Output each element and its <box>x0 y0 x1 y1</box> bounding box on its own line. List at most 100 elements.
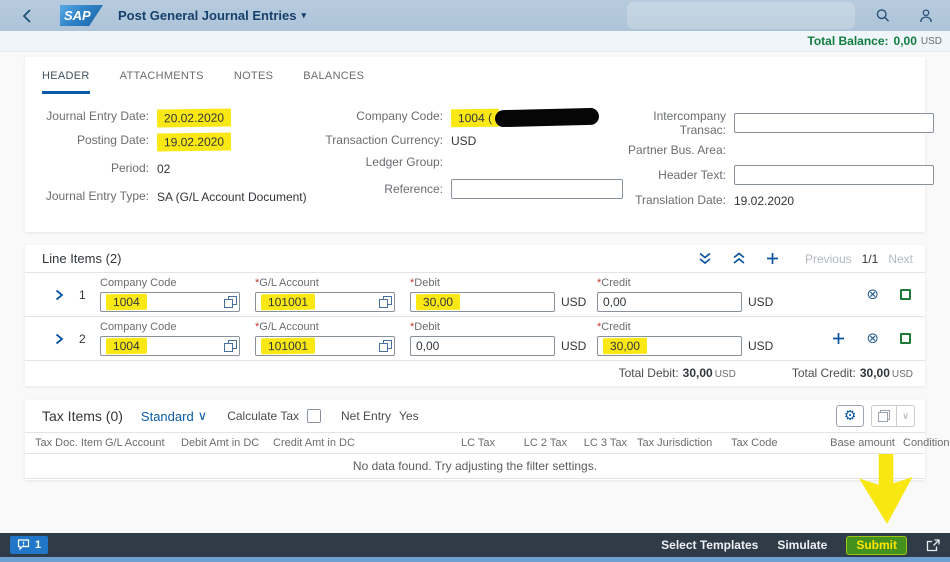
credit-field: *Credit 0,00 <box>597 277 742 312</box>
total-balance-bar: Total Balance: 0,00 USD <box>0 31 950 52</box>
calculate-tax-checkbox[interactable] <box>307 409 322 423</box>
header-card: HEADER ATTACHMENTS NOTES BALANCES Journa… <box>25 57 934 232</box>
col-lc-tax: LC Tax <box>460 437 495 449</box>
field-period: Period: 02 <box>43 161 307 177</box>
debit-currency: USD <box>561 339 587 353</box>
debit-input[interactable]: 30,00 <box>410 292 555 312</box>
table-settings-button[interactable]: ⚙ <box>836 405 864 427</box>
messages-button[interactable]: 1 <box>10 536 49 554</box>
intercompany-transac-label: Intercompany Transac: <box>653 109 726 137</box>
value-help-icon[interactable] <box>379 296 392 308</box>
tab-attachments[interactable]: ATTACHMENTS <box>120 70 204 94</box>
tax-items-card: Tax Items (0) Standard ∨ Calculate Tax N… <box>25 400 950 480</box>
credit-value: 0,00 <box>603 295 627 309</box>
select-templates-button[interactable]: Select Templates <box>661 538 758 552</box>
row-number: 1 <box>79 288 86 302</box>
search-button[interactable] <box>875 8 891 24</box>
reference-input[interactable] <box>451 179 623 199</box>
chevron-down-icon: ∨ <box>902 410 909 421</box>
gl-account-input[interactable]: 101001 <box>255 336 395 356</box>
tab-notes[interactable]: NOTES <box>234 70 273 94</box>
intercompany-transac-input[interactable] <box>734 113 934 133</box>
credit-value: 30,00 <box>602 337 648 355</box>
posting-date-value: 19.02.2020 <box>156 132 232 152</box>
double-chevron-up-icon <box>733 252 745 264</box>
field-partner-bus-area: Partner Bus. Area: <box>608 143 934 159</box>
app-title-menu[interactable]: Post General Journal Entries ▾ <box>118 8 306 23</box>
total-balance-label: Total Balance: <box>807 34 889 48</box>
col-gl-account: G/L Account <box>105 437 165 449</box>
gl-account-field: *G/L Account 101001 <box>255 277 395 312</box>
debit-field: *Debit 30,00 <box>410 277 555 312</box>
journal-entry-date-label: Journal Entry Date: <box>46 109 149 123</box>
collapse-all-button[interactable] <box>698 252 712 265</box>
journal-entry-type-label: Journal Entry Type: <box>45 189 149 203</box>
value-help-icon[interactable] <box>224 296 237 308</box>
credit-input[interactable]: 0,00 <box>597 292 742 312</box>
net-entry-label: Net Entry <box>341 409 392 423</box>
export-button[interactable] <box>872 406 896 426</box>
company-code-field: Company Code 1004 <box>100 277 240 312</box>
period-value: 02 <box>157 162 171 176</box>
shell-highlight-area <box>627 2 855 29</box>
simulate-button[interactable]: Simulate <box>777 538 827 552</box>
tab-balances[interactable]: BALANCES <box>303 70 364 94</box>
value-help-icon[interactable] <box>379 340 392 352</box>
person-icon <box>920 8 932 22</box>
credit-column-label: Credit <box>601 277 631 289</box>
app-root: SAP Post General Journal Entries ▾ Total… <box>0 0 950 562</box>
gl-account-input[interactable]: 101001 <box>255 292 395 312</box>
debit-input[interactable]: 0,00 <box>410 336 555 356</box>
line-items-titlebar: Line Items (2) Previous 1/1 Next <box>25 245 925 272</box>
user-button[interactable] <box>918 8 934 24</box>
credit-input[interactable]: 30,00 <box>597 336 742 356</box>
gl-account-value: 101001 <box>260 293 316 311</box>
submit-button[interactable]: Submit <box>846 535 907 555</box>
pager-previous[interactable]: Previous <box>805 252 852 266</box>
tab-header[interactable]: HEADER <box>42 70 90 94</box>
variant-name: Standard <box>140 408 194 424</box>
debit-currency: USD <box>561 295 587 309</box>
add-row-icon[interactable] <box>832 332 845 345</box>
icon-tab-bar: HEADER ATTACHMENTS NOTES BALANCES <box>25 57 925 94</box>
expand-all-button[interactable] <box>732 252 746 265</box>
expand-row-button[interactable] <box>55 333 64 345</box>
variant-chevron-down-icon: ∨ <box>197 408 208 423</box>
credit-currency: USD <box>748 295 774 309</box>
line-items-totals: Total Debit: 30,00 USD Total Credit: 30,00 U… <box>25 360 925 385</box>
no-data-message: No data found. Try adjusting the filter … <box>25 454 925 479</box>
total-balance-value: 0,00 <box>893 34 917 48</box>
header-text-input[interactable] <box>734 165 934 185</box>
tax-items-header: Tax Items (0) Standard ∨ Calculate Tax N… <box>25 400 925 432</box>
col-base-amount: Base amount <box>830 437 895 449</box>
gl-account-column-label: G/L Account <box>259 277 319 289</box>
company-code-input[interactable]: 1004 <box>100 292 240 312</box>
company-code-input[interactable]: 1004 <box>100 336 240 356</box>
remove-row-icon[interactable]: ⊗ <box>866 287 879 302</box>
pager-page-indicator: 1/1 <box>861 251 879 266</box>
back-button[interactable] <box>22 8 32 23</box>
col-lc3-tax: LC 3 Tax <box>583 437 627 449</box>
credit-currency: USD <box>748 339 774 353</box>
export-icon <box>878 410 890 422</box>
status-square-icon[interactable] <box>900 288 911 300</box>
variant-selector[interactable]: Standard ∨ <box>141 408 207 424</box>
form-column-1: Journal Entry Date: 20.02.2020 Posting D… <box>43 108 307 211</box>
value-help-icon[interactable] <box>224 340 237 352</box>
transaction-currency-value: USD <box>451 134 477 148</box>
row-actions: ⊗ <box>866 287 911 302</box>
expand-row-button[interactable] <box>55 289 64 301</box>
status-square-icon[interactable] <box>900 332 911 344</box>
share-icon <box>926 538 940 551</box>
pager-next[interactable]: Next <box>888 252 913 266</box>
bottom-accent-strip <box>0 557 950 562</box>
row-actions: ⊗ <box>832 331 911 346</box>
message-bubble-icon <box>17 539 30 551</box>
share-button[interactable] <box>926 538 940 552</box>
field-transaction-currency: Transaction Currency: USD <box>325 133 623 149</box>
calculate-tax-label: Calculate Tax <box>227 409 300 423</box>
add-line-item-button[interactable] <box>766 252 779 265</box>
export-menu-button[interactable]: ∨ <box>896 406 914 426</box>
gl-account-column-label: G/L Account <box>259 321 319 333</box>
remove-row-icon[interactable]: ⊗ <box>866 331 879 346</box>
